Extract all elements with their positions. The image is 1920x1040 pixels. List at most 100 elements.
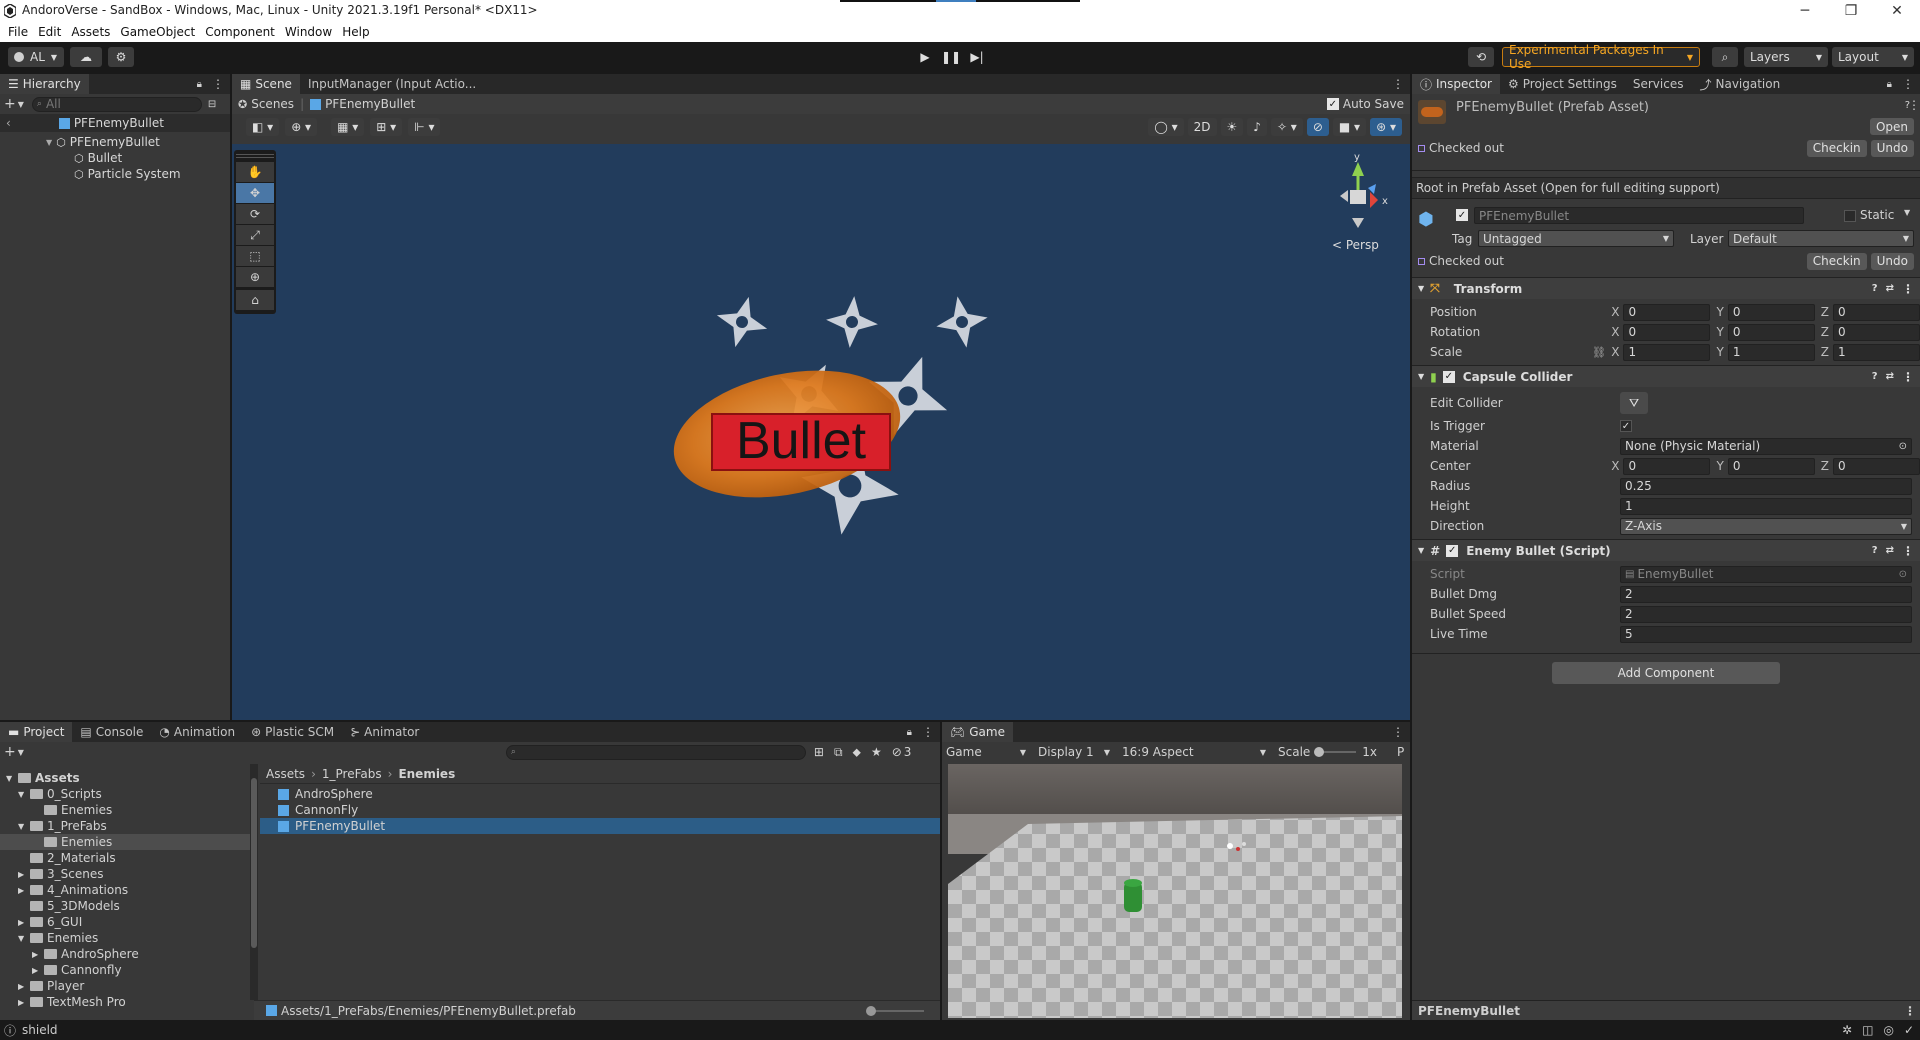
help-icon[interactable]: ? (1872, 283, 1878, 294)
static-checkbox[interactable] (1844, 210, 1856, 222)
tag-dropdown[interactable]: Untagged ▼ (1478, 230, 1674, 247)
kebab-menu-icon[interactable]: ⋮ (1392, 725, 1404, 739)
account-button[interactable]: AL ▼ (8, 47, 64, 67)
tree-item[interactable]: ▶ 4_Animations (0, 882, 250, 898)
hierarchy-item[interactable]: ⬡ Particle System (0, 166, 230, 182)
menu-window[interactable]: Window (285, 25, 332, 39)
pause-button[interactable]: ❚❚ (938, 47, 964, 67)
progress-icon[interactable]: ◎ (1883, 1023, 1893, 1037)
game-mode-dropdown[interactable]: Game ▼ (942, 745, 1026, 759)
kebab-menu-icon[interactable]: ⋮ (922, 725, 934, 739)
tab-navigation[interactable]: ⤴ Navigation (1691, 74, 1788, 94)
close-button[interactable]: ✕ (1874, 0, 1920, 22)
live-time-field[interactable]: 5 (1620, 625, 1912, 643)
rotate-tool[interactable]: ⟳ (236, 204, 274, 224)
tab-project[interactable]: ▬ Project (0, 722, 73, 742)
tab-game[interactable]: 🎮︎ Game (942, 722, 1013, 742)
scale-x-field[interactable]: 1 (1623, 343, 1711, 361)
direction-dropdown[interactable]: Z-Axis ▼ (1620, 517, 1912, 535)
open-button[interactable]: Open (1869, 118, 1914, 135)
tree-item[interactable]: Enemies (0, 802, 250, 818)
file-item-selected[interactable]: PFEnemyBullet (260, 818, 940, 834)
breadcrumb-item[interactable]: Enemies (398, 767, 455, 781)
back-arrow-icon[interactable]: ‹ (6, 116, 11, 130)
kebab-menu-icon[interactable]: ⋮ (212, 77, 224, 91)
bullet-dmg-field[interactable]: 2 (1620, 585, 1912, 603)
aspect-dropdown[interactable]: 16:9 Aspect ▼ (1110, 745, 1266, 759)
cache-icon[interactable]: ◫ (1862, 1023, 1873, 1037)
chevron-down-icon[interactable]: ▼ (1904, 208, 1910, 217)
search-button[interactable]: ⌕ (1712, 47, 1738, 67)
position-x-field[interactable]: 0 (1623, 303, 1711, 321)
projection-label[interactable]: < Persp (1332, 238, 1379, 252)
scale-tool[interactable]: ⤢ (236, 225, 274, 245)
tab-inspector[interactable]: ⓘ Inspector (1412, 74, 1500, 94)
gizmos-button[interactable]: ⊛ ▾ (1370, 118, 1402, 136)
slider-handle[interactable] (1314, 747, 1325, 757)
tab-input-manager[interactable]: InputManager (Input Actio... (300, 74, 484, 94)
center-z-field[interactable]: 0 (1833, 457, 1920, 475)
shading-mode-button[interactable]: ◯ ▾ (1148, 118, 1184, 136)
enabled-checkbox[interactable]: ✓ (1442, 370, 1455, 383)
layout-dropdown[interactable]: Layout ▼ (1832, 47, 1914, 67)
kebab-menu-icon[interactable]: ⋮ (1392, 77, 1404, 91)
step-button[interactable]: ▶| (964, 47, 990, 67)
tree-item-selected[interactable]: Enemies (0, 834, 250, 850)
move-tool[interactable]: ✥ (236, 183, 274, 203)
snap-button[interactable]: ⊞ ▾ (370, 118, 403, 136)
project-search-input[interactable]: ⌕ (505, 744, 806, 760)
checkin-button[interactable]: Checkin (1806, 139, 1867, 157)
tree-item[interactable]: 2_Materials (0, 850, 250, 866)
hierarchy-item[interactable]: ▼ ⬡ PFEnemyBullet (0, 134, 230, 150)
auto-save-checkbox[interactable]: ✓ (1326, 98, 1339, 110)
capsule-collider-header[interactable]: ▼ ▮ ✓ Capsule Collider ? ⇄ ⋮ (1412, 365, 1920, 387)
search-filter-icon[interactable]: ⊞ (814, 745, 824, 759)
tree-scrollbar[interactable] (250, 764, 258, 1000)
experimental-packages-button[interactable]: Experimental Packages In Use ▼ (1502, 43, 1700, 71)
rotation-x-field[interactable]: 0 (1623, 323, 1711, 341)
add-icon[interactable]: + (4, 96, 16, 112)
center-x-field[interactable]: 0 (1623, 457, 1711, 475)
enemy-bullet-header[interactable]: ▼ # ✓ Enemy Bullet (Script) ? ⇄ ⋮ (1412, 539, 1920, 561)
scene-viewport[interactable]: ✋ ✥ ⟳ ⤢ ⬚ ⊕ ⌂ Bullet y x < Persp (232, 144, 1410, 720)
tree-item[interactable]: ▼ 1_PreFabs (0, 818, 250, 834)
menu-assets[interactable]: Assets (71, 25, 110, 39)
object-picker-icon[interactable]: ⊙ (1899, 441, 1907, 452)
grid-snap-button[interactable]: ▦ ▾ (331, 118, 365, 136)
camera-button[interactable]: ■ ▾ (1332, 118, 1367, 136)
tab-plastic-scm[interactable]: ⊛ Plastic SCM (243, 722, 342, 742)
rotation-y-field[interactable]: 0 (1727, 323, 1815, 341)
check-icon[interactable]: ✓ (1904, 1023, 1914, 1037)
link-icon[interactable]: ⛓ (1592, 346, 1611, 359)
favorite-icon[interactable]: ★ (871, 745, 882, 759)
tab-scene[interactable]: ▦ Scene (232, 74, 300, 94)
help-icon[interactable]: ? (1872, 545, 1878, 556)
menu-component[interactable]: Component (205, 25, 275, 39)
transform-header[interactable]: ▼ ⤧ Transform ? ⇄ ⋮ (1412, 277, 1920, 299)
bullet-speed-field[interactable]: 2 (1620, 605, 1912, 623)
material-field[interactable]: None (Physic Material) ⊙ (1620, 437, 1912, 455)
tree-item[interactable]: ▼ 0_Scripts (0, 786, 250, 802)
hierarchy-item[interactable]: ⬡ Bullet (0, 150, 230, 166)
hand-tool[interactable]: ✋ (236, 162, 274, 182)
object-name-field[interactable]: PFEnemyBullet (1474, 207, 1804, 224)
tab-animator[interactable]: ⊱ Animator (342, 722, 427, 742)
tree-item[interactable]: ▶ 6_GUI (0, 914, 250, 930)
hidden-packages-icon[interactable]: ⊘ (892, 745, 902, 759)
kebab-menu-icon[interactable]: ⋮ (1902, 544, 1914, 558)
breadcrumb-prefab[interactable]: PFEnemyBullet (325, 97, 415, 111)
chevron-down-icon[interactable]: ▼ (18, 100, 24, 109)
kebab-menu-icon[interactable]: ⋮ (1902, 77, 1914, 91)
chevron-down-icon[interactable]: ▼ (18, 748, 24, 757)
tab-console[interactable]: ▤ Console (72, 722, 151, 742)
display-dropdown[interactable]: Display 1 ▼ (1026, 745, 1110, 759)
scale-slider[interactable] (1314, 747, 1357, 757)
preset-icon[interactable]: ⇄ (1886, 545, 1894, 556)
global-button[interactable]: ⊕ ▾ (285, 118, 318, 136)
orientation-gizmo[interactable]: y x (1318, 154, 1398, 234)
tree-item[interactable]: ▼ Enemies (0, 930, 250, 946)
radius-field[interactable]: 0.25 (1620, 477, 1912, 495)
custom-tool[interactable]: ⌂ (236, 290, 274, 310)
rect-tool[interactable]: ⬚ (236, 246, 274, 266)
center-y-field[interactable]: 0 (1727, 457, 1815, 475)
